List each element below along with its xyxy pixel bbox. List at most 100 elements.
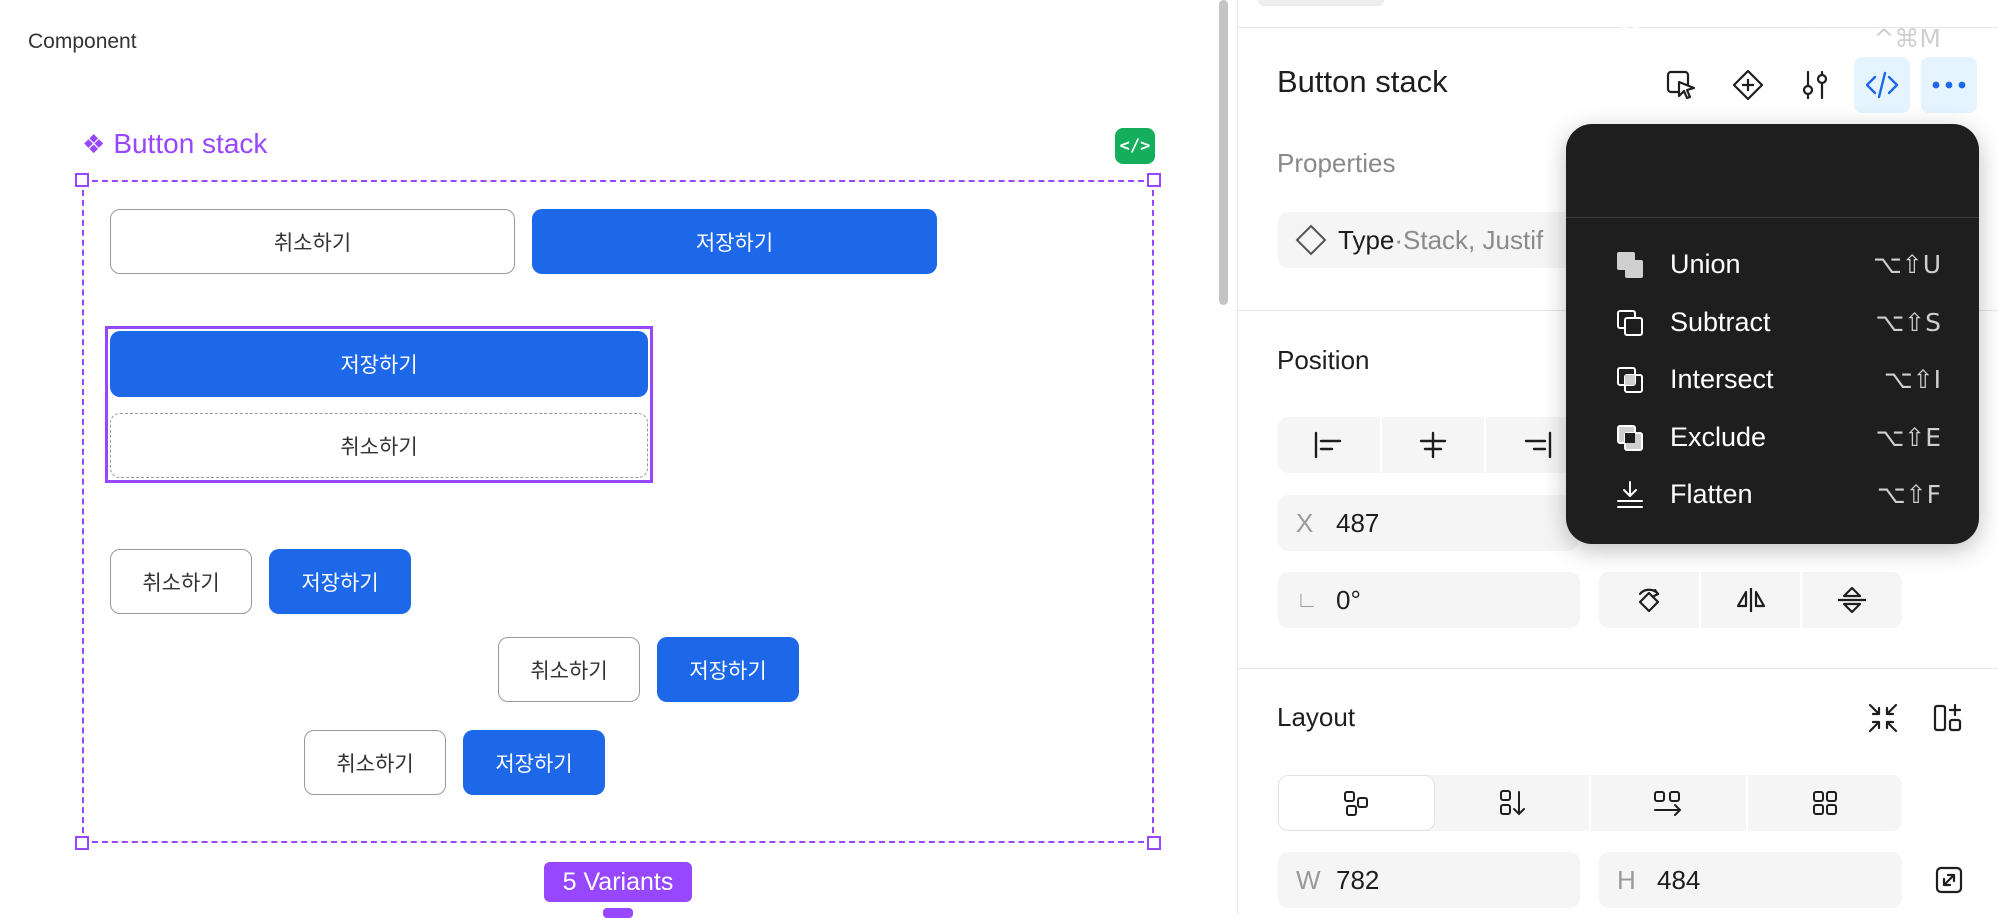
component-set-icon: ❖ [82,129,106,159]
x-label: X [1296,507,1314,538]
add-variant-handle[interactable] [603,908,633,918]
resize-handle-top-right[interactable] [1147,173,1161,187]
frame-label[interactable]: Component [28,30,137,54]
align-left-button[interactable] [1278,417,1382,473]
union-icon [1617,252,1643,278]
resize-handle-bottom-left[interactable] [75,836,89,850]
resize-handle-top-left[interactable] [75,173,89,187]
w-value: 782 [1336,864,1380,895]
menu-item-flatten[interactable]: Flatten ⌥⇧F [1566,466,1979,522]
menu-item-label: Subtract [1670,306,1771,337]
properties-label: Properties [1277,148,1396,178]
rotate-90-button[interactable] [1599,572,1701,628]
variant5-save-button[interactable]: 저장하기 [463,730,605,795]
panel-title: Button stack [1277,64,1448,99]
x-value: 487 [1336,507,1380,538]
menu-separator [1566,217,1979,218]
resize-to-fit-button[interactable] [1855,690,1911,746]
layout-grid-add-icon [1933,703,1962,732]
variant3-save-button[interactable]: 저장하기 [269,549,411,614]
dev-code-badge[interactable]: </> [1115,128,1155,164]
resize-handle-bottom-right[interactable] [1147,836,1161,850]
variant1-save-button[interactable]: 저장하기 [532,209,937,274]
exclude-icon [1617,425,1643,451]
x-position-field[interactable]: X 487 [1278,495,1578,551]
context-menu: Use as mask ^⌘M Union ⌥⇧U Subtract ⌥⇧S I… [1566,23,1979,544]
layout-horizontal-button[interactable] [1591,775,1748,831]
flip-vertical-icon [1838,586,1867,614]
vertical-layout-icon [1499,790,1525,816]
variant2-cancel-button[interactable]: 취소하기 [110,413,648,478]
variant4-save-button[interactable]: 저장하기 [657,637,799,702]
menu-item-shortcut: ^⌘M [1873,23,1941,53]
transform-controls [1599,572,1902,628]
layout-freeform-button[interactable] [1278,775,1435,831]
menu-item-subtract[interactable]: Subtract ⌥⇧S [1566,294,1979,350]
component-icon [1732,69,1764,101]
subtract-icon [1617,310,1643,336]
grid-layout-icon [1812,791,1837,815]
property-diamond-icon [1295,224,1327,256]
menu-item-use-as-mask[interactable]: Use as mask ^⌘M [1566,10,1979,66]
variant3-cancel-button[interactable]: 취소하기 [110,549,252,614]
horizontal-layout-icon [1654,791,1682,816]
flatten-icon [1617,481,1643,508]
align-left-icon [1314,431,1342,459]
flip-vertical-button[interactable] [1802,572,1902,628]
align-horizontal-center-icon [1419,431,1447,459]
menu-item-shortcut: ⌥⇧F [1876,479,1941,509]
constrain-proportions-icon [1935,866,1963,894]
divider [1238,668,1998,669]
constrain-proportions-button[interactable] [1921,852,1977,908]
freeform-layout-icon [1344,791,1369,816]
menu-item-label: Intersect [1670,363,1774,394]
menu-item-shortcut: ⌥⇧U [1872,249,1941,279]
width-field[interactable]: W 782 [1278,852,1580,908]
menu-item-shortcut: ⌥⇧E [1875,422,1941,452]
variant5-cancel-button[interactable]: 취소하기 [304,730,446,795]
layout-grid-button[interactable] [1748,775,1903,831]
resize-to-fit-icon [1868,703,1898,733]
mask-icon [1616,25,1644,53]
canvas-scrollbar[interactable] [1219,0,1228,305]
align-right-icon [1524,431,1552,459]
w-label: W [1296,864,1321,895]
layout-vertical-button[interactable] [1435,775,1591,831]
height-field[interactable]: H 484 [1599,852,1902,908]
align-controls [1278,417,1588,473]
menu-item-intersect[interactable]: Intersect ⌥⇧I [1566,351,1979,407]
panel-top-tab[interactable] [1258,0,1384,6]
menu-item-union[interactable]: Union ⌥⇧U [1566,236,1979,292]
menu-item-shortcut: ⌥⇧I [1883,364,1941,394]
menu-item-label: Use as mask [1670,22,1827,53]
menu-item-label: Union [1670,248,1741,279]
code-icon [1865,71,1899,99]
rotation-icon: ∟ [1296,587,1318,612]
h-value: 484 [1657,864,1701,895]
menu-item-exclude[interactable]: Exclude ⌥⇧E [1566,409,1979,465]
variants-count-badge[interactable]: 5 Variants [544,862,692,902]
property-value: ·Stack, Justif [1394,224,1544,255]
position-label: Position [1277,345,1370,375]
intersect-icon [1617,367,1643,393]
rotate-icon [1638,588,1659,613]
variant-property-chip[interactable]: Type ·Stack, Justif [1278,212,1608,268]
component-set-title[interactable]: ❖ Button stack [82,128,267,160]
menu-item-label: Flatten [1670,478,1753,509]
add-layout-grid-button[interactable] [1921,690,1977,746]
flip-horizontal-button[interactable] [1701,572,1803,628]
rotation-value: 0° [1336,584,1361,615]
component-set-name: Button stack [113,128,268,159]
layout-label: Layout [1277,702,1356,732]
variant4-cancel-button[interactable]: 취소하기 [498,637,640,702]
variant1-cancel-button[interactable]: 취소하기 [110,209,515,274]
select-matching-icon [1666,70,1696,100]
flip-horizontal-icon [1736,588,1765,612]
rotation-field[interactable]: ∟ 0° [1278,572,1580,628]
menu-item-shortcut: ⌥⇧S [1875,307,1941,337]
h-label: H [1617,864,1636,895]
variant2-save-button[interactable]: 저장하기 [110,331,648,397]
component-set-frame[interactable] [82,180,1154,843]
adjust-icon [1802,70,1828,100]
align-horizontal-center-button[interactable] [1382,417,1486,473]
